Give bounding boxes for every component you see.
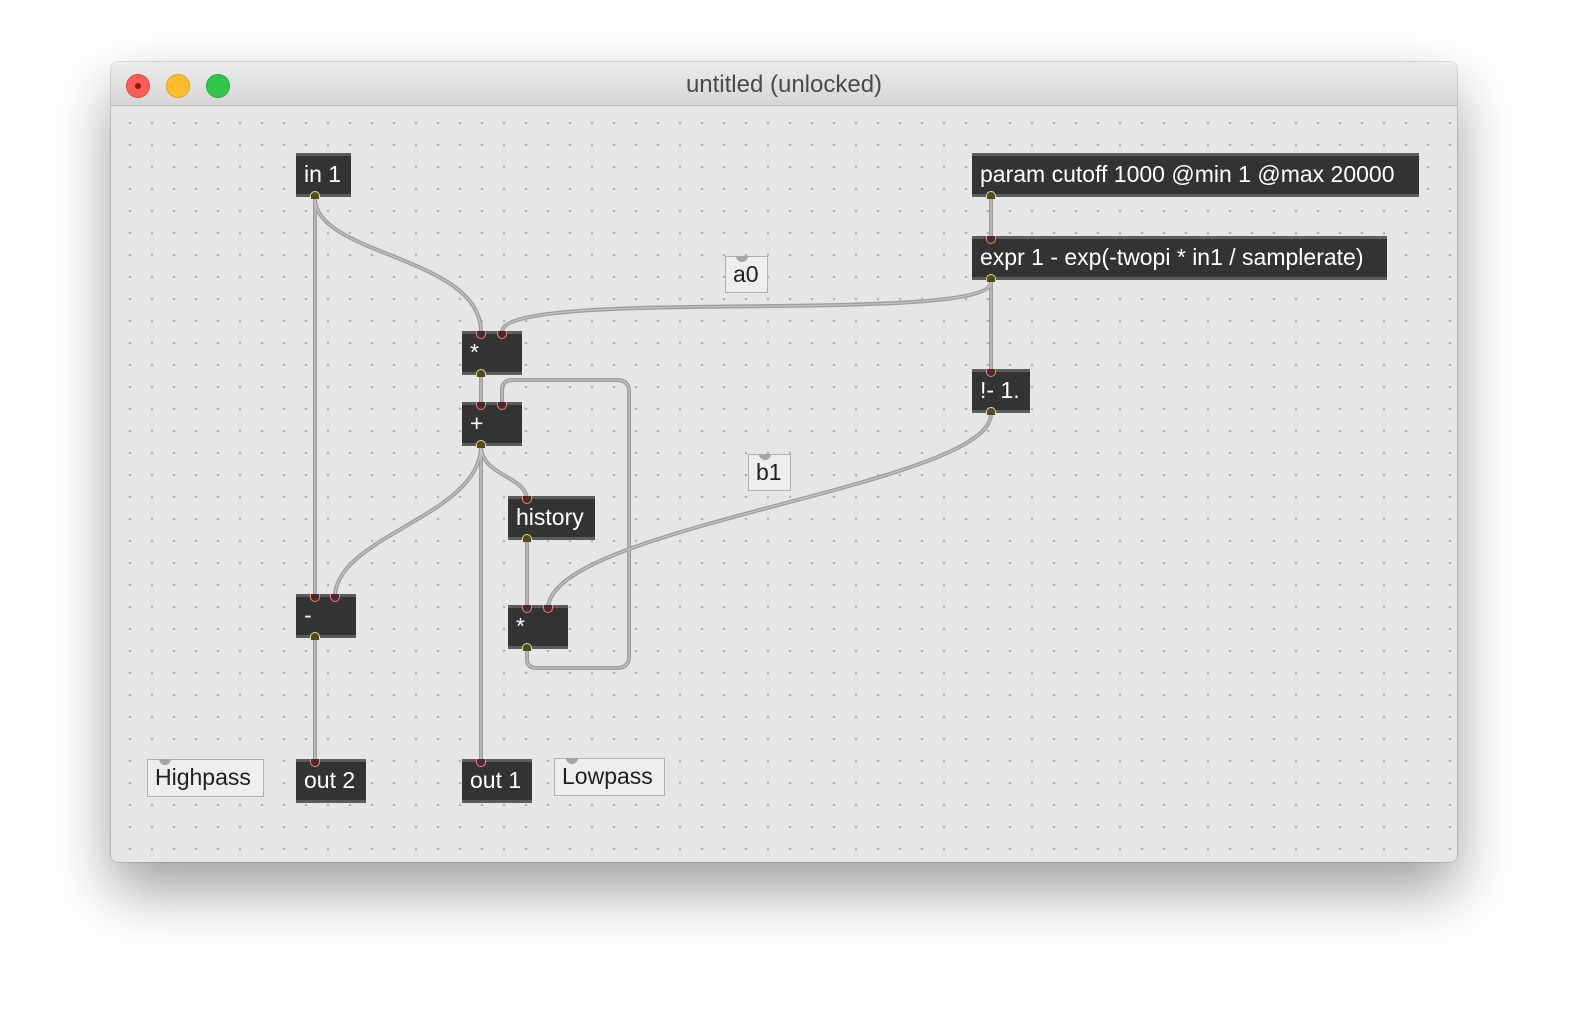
outlet[interactable] xyxy=(986,191,996,199)
object-label: param cutoff 1000 @min 1 @max 20000 xyxy=(980,161,1395,187)
object-history[interactable]: history xyxy=(508,496,595,540)
outlet[interactable] xyxy=(522,643,532,651)
object-label: * xyxy=(470,339,479,365)
object-label: - xyxy=(304,602,312,628)
window-title: untitled (unlocked) xyxy=(685,71,883,98)
object-expr[interactable]: expr 1 - exp(-twopi * in1 / samplerate) xyxy=(972,236,1387,280)
outlet[interactable] xyxy=(310,632,320,640)
cord-add-to-sub xyxy=(333,444,483,599)
comment-text: a0 xyxy=(733,261,759,287)
outlet[interactable] xyxy=(522,534,532,542)
object-label: in 1 xyxy=(304,161,342,187)
outlet[interactable] xyxy=(986,274,996,282)
object-label: out 2 xyxy=(304,767,356,793)
patcher-window: untitled (unlocked) in 1 param cutoff 10… xyxy=(111,62,1457,862)
object-label: out 1 xyxy=(470,767,522,793)
comment-text: b1 xyxy=(756,459,782,485)
outlet[interactable] xyxy=(476,440,486,448)
object-label: * xyxy=(516,613,525,639)
object-out-1[interactable]: out 1 xyxy=(462,759,532,803)
object-out-2[interactable]: out 2 xyxy=(296,759,366,803)
comment-a0[interactable]: a0 xyxy=(725,256,768,293)
object-invert[interactable]: !- 1. xyxy=(972,369,1030,413)
cord-add-to-history xyxy=(479,444,529,502)
comment-text: Lowpass xyxy=(562,763,653,789)
cord-invert-to-mul2 xyxy=(546,412,993,611)
outlet[interactable] xyxy=(986,407,996,415)
object-in-1[interactable]: in 1 xyxy=(296,153,351,197)
patcher-canvas[interactable]: in 1 param cutoff 1000 @min 1 @max 20000… xyxy=(111,106,1457,862)
object-label: + xyxy=(470,410,484,436)
object-label: expr 1 - exp(-twopi * in1 / samplerate) xyxy=(980,244,1364,270)
comment-b1[interactable]: b1 xyxy=(748,454,791,491)
object-multiply-a0[interactable]: * xyxy=(462,331,522,375)
cord-in1-to-mul1 xyxy=(313,196,483,334)
object-subtract[interactable]: - xyxy=(296,594,356,638)
object-label: !- 1. xyxy=(980,377,1020,403)
object-add[interactable]: + xyxy=(462,402,522,446)
object-param-cutoff[interactable]: param cutoff 1000 @min 1 @max 20000 xyxy=(972,153,1419,197)
outlet[interactable] xyxy=(476,369,486,377)
object-multiply-b1[interactable]: * xyxy=(508,605,568,649)
title-bar[interactable]: untitled (unlocked) xyxy=(111,62,1457,106)
object-label: history xyxy=(516,504,584,530)
outlet[interactable] xyxy=(310,191,320,199)
comment-text: Highpass xyxy=(155,764,251,790)
